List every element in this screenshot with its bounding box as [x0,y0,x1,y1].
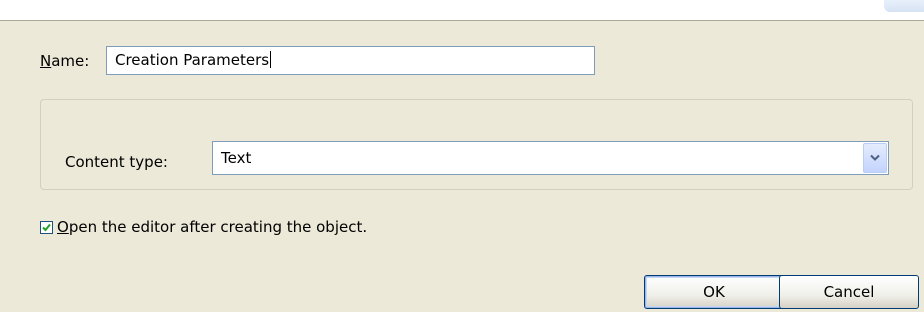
open-editor-option[interactable]: Open the editor after creating the objec… [40,216,367,238]
content-type-label: Content type: [65,153,168,171]
checkmark-icon [42,223,51,231]
open-editor-label: Open the editor after creating the objec… [57,218,367,236]
name-input-value: Creation Parameters [115,51,270,69]
name-label: Name: [40,50,89,72]
name-input[interactable]: Creation Parameters [106,46,595,75]
cancel-button[interactable]: Cancel [779,275,919,309]
content-type-selected-value: Text [221,149,252,167]
open-editor-label-text: pen the editor after creating the object… [68,218,368,236]
open-editor-access-key: O [57,218,69,236]
top-divider [0,20,924,21]
open-editor-checkbox[interactable] [40,220,53,234]
name-label-access-key: N [40,52,52,70]
text-caret [270,51,272,68]
ok-button[interactable]: OK [644,275,784,309]
content-type-select[interactable]: Text [212,141,889,175]
top-strip [0,0,924,20]
chevron-down-icon [870,154,880,161]
top-corner-decoration [884,0,924,12]
content-type-dropdown-button[interactable] [863,143,887,173]
name-label-text: ame: [51,52,90,70]
